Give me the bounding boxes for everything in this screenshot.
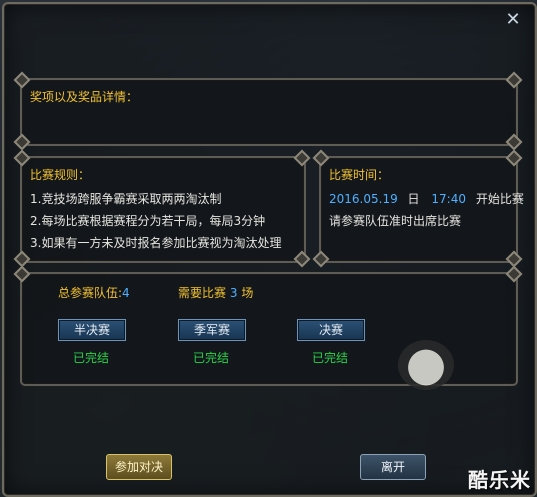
rules-title: 比赛规则： — [30, 168, 91, 182]
close-icon[interactable]: ✕ — [503, 10, 523, 30]
stage-third-place-status: 已完结 — [192, 351, 229, 365]
schedule-time: 17:40 — [431, 192, 466, 206]
rewards-title: 奖项以及奖品详情： — [30, 90, 139, 104]
stage-semifinal-status: 已完结 — [72, 351, 109, 365]
schedule-title: 比赛时间： — [329, 168, 390, 182]
stage-third-place-button[interactable]: 季军赛 — [178, 319, 246, 341]
rules-panel: 比赛规则： 1.竞技场跨服争霸赛采取两两淘汰制 2.每场比赛根据赛程分为若干局，… — [20, 156, 306, 263]
matches-unit: 场 — [241, 286, 254, 300]
teams-summary: 总参赛队伍:4 — [58, 284, 130, 301]
matches-label: 需要比赛 — [178, 286, 227, 300]
rule-item: 2.每场比赛根据赛程分为若干局，每局3分钟 — [30, 214, 266, 228]
schedule-start-label: 开始比赛 — [475, 192, 524, 206]
join-match-button[interactable]: 参加对决 — [106, 454, 172, 480]
rewards-panel: 奖项以及奖品详情： — [20, 78, 518, 146]
schedule-datetime: 2016.05.19 日 17:40 开始比赛 — [329, 190, 524, 207]
teams-label: 总参赛队伍: — [58, 286, 123, 300]
stage-final-button[interactable]: 决赛 — [297, 319, 365, 341]
schedule-day-label: 日 — [407, 192, 420, 206]
leave-button[interactable]: 离开 — [360, 454, 426, 480]
panda-avatar-icon — [398, 340, 454, 390]
site-watermark: 酷乐米 — [468, 468, 531, 492]
stage-semifinal-button[interactable]: 半决赛 — [58, 319, 126, 341]
matches-summary: 需要比赛 3 场 — [178, 284, 253, 301]
teams-count: 4 — [122, 286, 130, 300]
background-chat-text — [6, 392, 326, 442]
matches-count: 3 — [229, 286, 238, 300]
schedule-panel: 比赛时间： 2016.05.19 日 17:40 开始比赛 请参赛队伍准时出席比… — [319, 156, 524, 263]
schedule-notice: 请参赛队伍准时出席比赛 — [329, 214, 462, 228]
rule-item: 1.竞技场跨服争霸赛采取两两淘汰制 — [30, 192, 222, 206]
stage-final-status: 已完结 — [311, 351, 348, 365]
rule-item: 3.如果有一方未及时报名参加比赛视为淘汰处理 — [30, 236, 282, 250]
schedule-date: 2016.05.19 — [329, 192, 398, 206]
